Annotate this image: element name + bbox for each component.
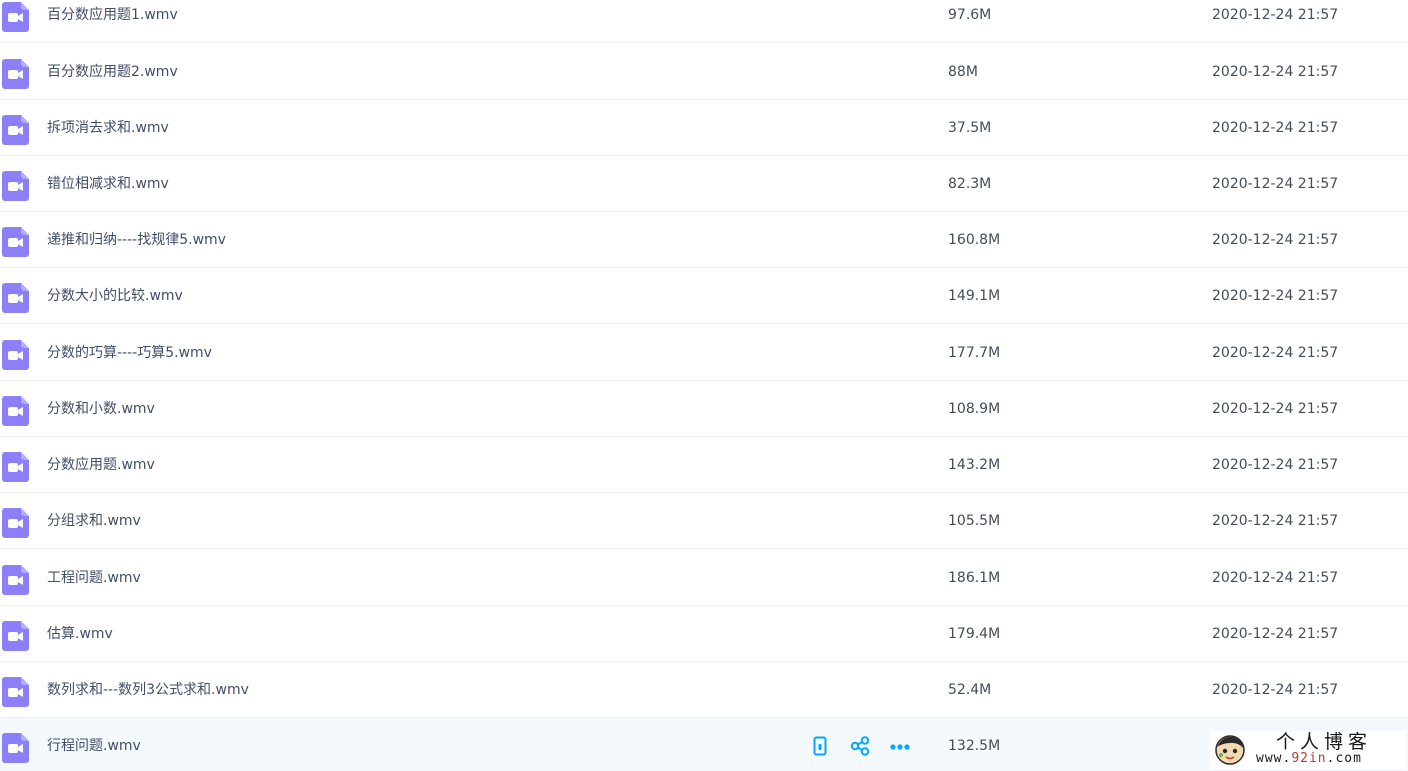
file-date: 2020-12-24 21:57: [1212, 232, 1339, 248]
file-date: 2020-12-24 21:57: [1212, 570, 1339, 586]
file-size: 88M: [948, 64, 978, 80]
video-file-icon: [2, 115, 29, 145]
file-name[interactable]: 分数大小的比较.wmv: [47, 268, 183, 324]
video-file-icon: [2, 565, 29, 595]
file-name[interactable]: 分数的巧算----巧算5.wmv: [47, 325, 212, 381]
file-row[interactable]: 分组求和.wmv 105.5M 2020-12-24 21:57: [0, 493, 1408, 549]
blog-watermark: 个人博客 www.92in.com: [1210, 731, 1406, 769]
file-row-hovered[interactable]: 行程问题.wmv 132.5M: [0, 718, 1408, 771]
watermark-title: 个人博客: [1276, 731, 1373, 753]
file-date: 2020-12-24 21:57: [1212, 682, 1339, 698]
video-file-icon: [2, 340, 29, 370]
video-file-icon: [2, 452, 29, 482]
phone-icon[interactable]: [808, 734, 832, 758]
file-date: 2020-12-24 21:57: [1212, 457, 1339, 473]
file-row[interactable]: 分数应用题.wmv 143.2M 2020-12-24 21:57: [0, 437, 1408, 493]
file-row[interactable]: 百分数应用题1.wmv 97.6M 2020-12-24 21:57: [0, 0, 1408, 43]
file-row[interactable]: 百分数应用题2.wmv 88M 2020-12-24 21:57: [0, 44, 1408, 100]
file-name[interactable]: 分数应用题.wmv: [47, 437, 155, 493]
video-file-icon: [2, 2, 29, 32]
file-size: 97.6M: [948, 7, 992, 23]
file-name[interactable]: 递推和归纳----找规律5.wmv: [47, 212, 226, 268]
file-name[interactable]: 分数和小数.wmv: [47, 381, 155, 437]
file-size: 82.3M: [948, 176, 992, 192]
more-icon[interactable]: [888, 734, 912, 758]
file-date: 2020-12-24 21:57: [1212, 176, 1339, 192]
file-size: 37.5M: [948, 120, 992, 136]
file-name[interactable]: 估算.wmv: [47, 606, 113, 662]
file-row[interactable]: 分数和小数.wmv 108.9M 2020-12-24 21:57: [0, 381, 1408, 437]
file-size: 132.5M: [948, 738, 1001, 754]
file-date: 2020-12-24 21:57: [1212, 64, 1339, 80]
file-date: 2020-12-24 21:57: [1212, 401, 1339, 417]
file-name[interactable]: 行程问题.wmv: [47, 718, 141, 771]
file-row[interactable]: 拆项消去求和.wmv 37.5M 2020-12-24 21:57: [0, 100, 1408, 156]
file-row[interactable]: 错位相减求和.wmv 82.3M 2020-12-24 21:57: [0, 156, 1408, 212]
row-actions: [808, 734, 912, 758]
file-date: 2020-12-24 21:57: [1212, 513, 1339, 529]
file-date: 2020-12-24 21:57: [1212, 288, 1339, 304]
file-row[interactable]: 数列求和---数列3公式求和.wmv 52.4M 2020-12-24 21:5…: [0, 662, 1408, 718]
video-file-icon: [2, 283, 29, 313]
file-size: 149.1M: [948, 288, 1001, 304]
file-name[interactable]: 错位相减求和.wmv: [47, 156, 169, 212]
file-row[interactable]: 分数大小的比较.wmv 149.1M 2020-12-24 21:57: [0, 268, 1408, 324]
file-row[interactable]: 估算.wmv 179.4M 2020-12-24 21:57: [0, 606, 1408, 662]
file-size: 160.8M: [948, 232, 1001, 248]
file-date: 2020-12-24 21:57: [1212, 626, 1339, 642]
file-size: 177.7M: [948, 345, 1001, 361]
file-date: 2020-12-24 21:57: [1212, 120, 1339, 136]
file-name[interactable]: 数列求和---数列3公式求和.wmv: [47, 662, 249, 718]
file-size: 108.9M: [948, 401, 1001, 417]
file-date: 2020-12-24 21:57: [1212, 345, 1339, 361]
file-row[interactable]: 递推和归纳----找规律5.wmv 160.8M 2020-12-24 21:5…: [0, 212, 1408, 268]
video-file-icon: [2, 59, 29, 89]
cartoon-avatar-icon: [1214, 734, 1246, 766]
file-date: 2020-12-24 21:57: [1212, 7, 1339, 23]
file-size: 179.4M: [948, 626, 1001, 642]
file-size: 105.5M: [948, 513, 1001, 529]
video-file-icon: [2, 508, 29, 538]
watermark-url: www.92in.com: [1256, 751, 1362, 766]
file-size: 52.4M: [948, 682, 992, 698]
file-row[interactable]: 分数的巧算----巧算5.wmv 177.7M 2020-12-24 21:57: [0, 325, 1408, 381]
file-size: 186.1M: [948, 570, 1001, 586]
video-file-icon: [2, 396, 29, 426]
file-list: 百分数应用题1.wmv 97.6M 2020-12-24 21:57 百分数应用…: [0, 0, 1408, 771]
file-name[interactable]: 拆项消去求和.wmv: [47, 100, 169, 156]
share-icon[interactable]: [848, 734, 872, 758]
file-name[interactable]: 工程问题.wmv: [47, 550, 141, 606]
video-file-icon: [2, 733, 29, 763]
video-file-icon: [2, 227, 29, 257]
video-file-icon: [2, 677, 29, 707]
file-size: 143.2M: [948, 457, 1001, 473]
file-name[interactable]: 百分数应用题1.wmv: [47, 0, 178, 43]
video-file-icon: [2, 621, 29, 651]
file-name[interactable]: 分组求和.wmv: [47, 493, 141, 549]
video-file-icon: [2, 171, 29, 201]
file-name[interactable]: 百分数应用题2.wmv: [47, 44, 178, 100]
file-row[interactable]: 工程问题.wmv 186.1M 2020-12-24 21:57: [0, 550, 1408, 606]
